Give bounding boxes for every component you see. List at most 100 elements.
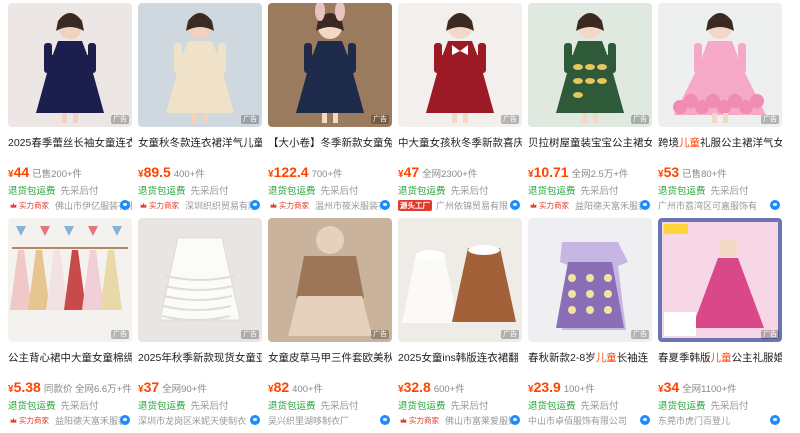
price-row: ¥23.9 100+件: [528, 379, 652, 395]
chat-icon[interactable]: [120, 415, 130, 425]
shop-name-link[interactable]: 吴兴织里湖哆制衣厂: [268, 414, 349, 427]
chat-icon[interactable]: [380, 200, 390, 210]
ad-mark: 广告: [241, 330, 259, 339]
free-return-shipping-tag: 退货包运费: [8, 400, 56, 412]
shop-row: 实力商家 温州市筱米服装有: [268, 199, 392, 212]
product-image[interactable]: 广告: [658, 218, 782, 342]
price-row: ¥44 已售200+件: [8, 164, 132, 180]
product-image[interactable]: 广告: [8, 3, 132, 127]
product-card[interactable]: 广告 公主背心裙中大童女童棉绸 ¥5.38 同款价 全网6.6万+件 退货包运费 先采后付…: [8, 218, 132, 433]
title-text-tail: 公主礼服婚: [731, 352, 783, 364]
chat-icon[interactable]: [510, 200, 520, 210]
product-image[interactable]: 广告: [268, 218, 392, 342]
chat-icon[interactable]: [640, 200, 650, 210]
chat-icon[interactable]: [770, 415, 780, 425]
product-title[interactable]: 跨境儿童礼服公主裙洋气女: [658, 136, 782, 150]
product-image[interactable]: 广告: [138, 218, 262, 342]
product-title[interactable]: 贝拉树屋童装宝宝公主裙女: [528, 136, 652, 150]
shop-name-link[interactable]: 中山市卓佰服饰有限公司: [528, 414, 627, 427]
product-card[interactable]: 广告 贝拉树屋童装宝宝公主裙女 ¥10.71 全网2.5万+件 退货包运费 先采后付 实力商…: [528, 3, 652, 218]
crown-icon: [530, 202, 537, 208]
rose-gown-ad-image: [658, 218, 782, 342]
shop-row: 实力商家 益阳德天富禾服装: [8, 414, 132, 427]
price: 53: [663, 164, 680, 180]
product-title[interactable]: 2025女童ins韩版连衣裙翻: [398, 351, 522, 365]
product-title[interactable]: 中大童女孩秋冬季新款喜庆: [398, 136, 522, 150]
product-image[interactable]: 广告: [398, 3, 522, 127]
badge-label: 实力商家: [539, 201, 569, 210]
shop-name-link[interactable]: 深圳织织贸易有限: [185, 199, 257, 212]
shop-row: 实力商家 佛山市富莱爱服饰: [398, 414, 522, 427]
product-title[interactable]: 春秋新款2-8岁儿童长袖连: [528, 351, 652, 365]
chat-icon[interactable]: [250, 200, 260, 210]
service-tags: 退货包运费 先采后付: [138, 183, 262, 197]
buy-now-pay-later-tag: 先采后付: [320, 185, 359, 197]
shop-name-link[interactable]: 东莞市虎门百登儿: [658, 414, 730, 427]
shop-row: 深圳市龙岗区米妮天使制衣: [138, 414, 262, 427]
product-title[interactable]: 【大小卷】冬季新款女童兔: [268, 136, 392, 150]
shop-name-link[interactable]: 益阳德天富禾服装: [575, 199, 647, 212]
product-card[interactable]: 广告 跨境儿童礼服公主裙洋气女 ¥53 已售80+件 退货包运费 先采后付 广州市荔湾区可嘉…: [658, 3, 782, 218]
product-card[interactable]: 广告 春秋新款2-8岁儿童长袖连 ¥23.9 100+件 退货包运费 先采后付 中山市卓佰服…: [528, 218, 652, 433]
product-card[interactable]: 广告 【大小卷】冬季新款女童兔 ¥122.4 700+件 退货包运费 先采后付 实力商家 温州…: [268, 3, 392, 218]
power-merchant-badge: 实力商家: [528, 200, 571, 211]
service-tags: 退货包运费 先采后付: [658, 183, 782, 197]
sales-count: 全网1100+件: [682, 384, 737, 395]
product-card[interactable]: 广告 2025女童ins韩版连衣裙翻 ¥32.8 600+件 退货包运费 先采后付 实力商家…: [398, 218, 522, 433]
chat-icon[interactable]: [380, 415, 390, 425]
chat-icon[interactable]: [770, 200, 780, 210]
shop-name-link[interactable]: 深圳市龙岗区米妮天使制衣: [138, 414, 246, 427]
buy-now-pay-later-tag: 先采后付: [60, 185, 99, 197]
shop-name-link[interactable]: 广州依锦贸易有限: [436, 199, 508, 212]
hanging-floral-dresses-image: [8, 218, 132, 342]
ad-mark: 广告: [761, 115, 779, 124]
shop-name-link[interactable]: 益阳德天富禾服装: [55, 414, 127, 427]
product-title[interactable]: 公主背心裙中大童女童棉绸: [8, 351, 132, 365]
shop-name-link[interactable]: 广州市荔湾区可嘉服饰有: [658, 199, 757, 212]
free-return-shipping-tag: 退货包运费: [8, 185, 56, 197]
price: 32.8: [403, 379, 431, 395]
ad-mark: 广告: [241, 115, 259, 124]
shop-row: 实力商家 佛山市伊亿服装有限: [8, 199, 132, 212]
product-image[interactable]: 广告: [658, 3, 782, 127]
leaf-print-dress-image: [528, 3, 652, 127]
product-image[interactable]: 广告: [528, 3, 652, 127]
chat-icon[interactable]: [640, 415, 650, 425]
product-title[interactable]: 春夏季韩版儿童公主礼服婚: [658, 351, 782, 365]
pink-tulle-gown-image: [658, 3, 782, 127]
ad-mark: 广告: [631, 330, 649, 339]
price: 5.38: [13, 379, 41, 395]
power-merchant-badge: 实力商家: [268, 200, 311, 211]
title-text: 春夏季韩版: [658, 352, 711, 364]
product-title[interactable]: 2025年秋季新款现货女童亚: [138, 351, 262, 365]
product-image[interactable]: 广告: [268, 3, 392, 127]
product-card[interactable]: 广告 女童皮草马甲三件套欧美秋 ¥82 400+件 退货包运费 先采后付 吴兴织里湖哆制衣厂: [268, 218, 392, 433]
crown-icon: [10, 417, 17, 423]
product-card[interactable]: 广告 女童秋冬款连衣裙洋气儿童 ¥89.5 400+件 退货包运费 先采后付 实力商家 深圳织…: [138, 3, 262, 218]
shop-name-link[interactable]: 温州市筱米服装有: [315, 199, 387, 212]
product-title[interactable]: 2025春季蕾丝长袖女童连衣: [8, 136, 132, 150]
product-image[interactable]: 广告: [138, 3, 262, 127]
product-title[interactable]: 女童秋冬款连衣裙洋气儿童: [138, 136, 262, 150]
sales-count: 全网2.5万+件: [571, 169, 629, 180]
product-title[interactable]: 女童皮草马甲三件套欧美秋: [268, 351, 392, 365]
chat-icon[interactable]: [120, 200, 130, 210]
product-image[interactable]: 广告: [528, 218, 652, 342]
shop-row: 东莞市虎门百登儿: [658, 414, 782, 427]
service-tags: 退货包运费 先采后付: [658, 398, 782, 412]
white-ruffle-dress-image: [138, 218, 262, 342]
service-tags: 退货包运费 先采后付: [398, 398, 522, 412]
title-text: 贝拉树屋童装宝宝公主裙女: [528, 137, 652, 149]
sales-count: 400+件: [173, 169, 205, 180]
product-card[interactable]: 广告 中大童女孩秋冬季新款喜庆 ¥47 全网2300+件 退货包运费 先采后付 源头工厂 广州…: [398, 3, 522, 218]
price: 82: [273, 379, 290, 395]
product-card[interactable]: 广告 春夏季韩版儿童公主礼服婚 ¥34 全网1100+件 退货包运费 先采后付 东莞市虎门百…: [658, 218, 782, 433]
product-card[interactable]: 广告 2025年秋季新款现货女童亚 ¥37 全网90+件 退货包运费 先采后付 深圳市龙岗区…: [138, 218, 262, 433]
shop-name-link[interactable]: 佛山市富莱爱服饰: [445, 414, 517, 427]
product-card[interactable]: 广告 2025春季蕾丝长袖女童连衣 ¥44 已售200+件退货包运费 先采后付实力商家佛…: [8, 3, 132, 218]
chat-icon[interactable]: [250, 415, 260, 425]
product-image[interactable]: 广告: [398, 218, 522, 342]
chat-icon[interactable]: [510, 415, 520, 425]
price-row: ¥32.8 600+件: [398, 379, 522, 395]
product-image[interactable]: 广告: [8, 218, 132, 342]
